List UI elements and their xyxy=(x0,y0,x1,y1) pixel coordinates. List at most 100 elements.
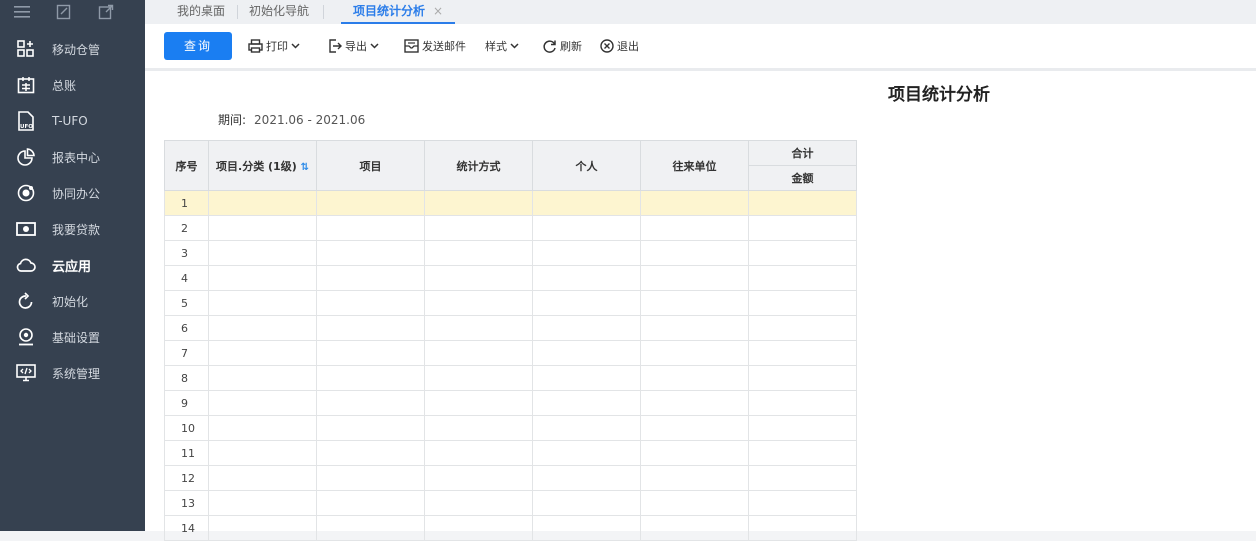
table-cell[interactable] xyxy=(640,515,749,541)
query-button[interactable]: 查询 xyxy=(164,32,232,60)
table-cell[interactable] xyxy=(640,490,749,516)
table-cell[interactable] xyxy=(208,215,317,241)
table-cell[interactable] xyxy=(640,290,749,316)
table-cell[interactable] xyxy=(748,365,857,391)
sidebar-item-basic-settings[interactable]: 基础设置 xyxy=(0,319,145,355)
table-cell[interactable] xyxy=(208,365,317,391)
external-icon[interactable] xyxy=(98,4,114,20)
table-cell[interactable] xyxy=(208,390,317,416)
table-cell[interactable] xyxy=(640,465,749,491)
table-cell[interactable] xyxy=(424,390,533,416)
table-cell[interactable] xyxy=(748,440,857,466)
sidebar-item-ledger[interactable]: 总账 xyxy=(0,67,145,103)
compose-icon[interactable] xyxy=(56,4,72,20)
table-row[interactable]: 3 xyxy=(164,240,857,266)
table-cell[interactable] xyxy=(532,465,641,491)
table-cell[interactable] xyxy=(748,415,857,441)
tab-my-desktop[interactable]: 我的桌面 xyxy=(177,0,225,24)
table-cell[interactable] xyxy=(208,515,317,541)
table-row[interactable]: 1 xyxy=(164,190,857,216)
close-icon[interactable]: × xyxy=(433,4,443,18)
table-cell[interactable] xyxy=(208,315,317,341)
table-cell[interactable] xyxy=(208,415,317,441)
table-cell[interactable] xyxy=(208,190,317,216)
tab-init-navigation[interactable]: 初始化导航 xyxy=(249,0,309,24)
table-row[interactable]: 4 xyxy=(164,265,857,291)
table-cell[interactable] xyxy=(532,340,641,366)
table-cell[interactable] xyxy=(748,290,857,316)
table-cell[interactable] xyxy=(316,415,425,441)
table-row[interactable]: 5 xyxy=(164,290,857,316)
table-cell[interactable] xyxy=(748,490,857,516)
table-cell[interactable] xyxy=(208,290,317,316)
table-cell[interactable] xyxy=(532,190,641,216)
table-cell[interactable] xyxy=(316,515,425,541)
sidebar-item-t-ufo[interactable]: UFO T-UFO xyxy=(0,103,145,139)
table-cell[interactable] xyxy=(748,390,857,416)
table-cell[interactable] xyxy=(748,515,857,541)
table-cell[interactable] xyxy=(532,390,641,416)
table-cell[interactable] xyxy=(208,340,317,366)
table-cell[interactable] xyxy=(748,265,857,291)
table-cell[interactable] xyxy=(640,215,749,241)
table-row[interactable]: 12 xyxy=(164,465,857,491)
table-cell[interactable] xyxy=(316,215,425,241)
table-cell[interactable] xyxy=(532,240,641,266)
table-cell[interactable] xyxy=(316,340,425,366)
table-cell[interactable] xyxy=(424,340,533,366)
column-header-category[interactable]: 项目.分类 (1级) ⇅ xyxy=(208,140,317,191)
sort-icon[interactable]: ⇅ xyxy=(301,162,309,173)
tab-project-statistics[interactable]: 项目统计分析 × xyxy=(341,0,456,24)
table-row[interactable]: 6 xyxy=(164,315,857,341)
table-cell[interactable] xyxy=(316,190,425,216)
table-row[interactable]: 9 xyxy=(164,390,857,416)
table-cell[interactable] xyxy=(424,515,533,541)
table-cell[interactable] xyxy=(748,190,857,216)
sidebar-item-cloud-apps[interactable]: 云应用 xyxy=(0,247,145,283)
sidebar-item-loan[interactable]: 我要贷款 xyxy=(0,211,145,247)
table-cell[interactable] xyxy=(640,240,749,266)
table-row[interactable]: 7 xyxy=(164,340,857,366)
table-cell[interactable] xyxy=(640,265,749,291)
sidebar-item-report-center[interactable]: 报表中心 xyxy=(0,139,145,175)
table-cell[interactable] xyxy=(640,415,749,441)
export-button[interactable]: 导出 xyxy=(328,38,379,54)
table-cell[interactable] xyxy=(640,440,749,466)
table-cell[interactable] xyxy=(316,290,425,316)
table-cell[interactable] xyxy=(424,440,533,466)
print-button[interactable]: 打印 xyxy=(248,38,300,54)
table-cell[interactable] xyxy=(424,265,533,291)
table-cell[interactable] xyxy=(316,390,425,416)
table-row[interactable]: 10 xyxy=(164,415,857,441)
table-cell[interactable] xyxy=(316,265,425,291)
table-row[interactable]: 2 xyxy=(164,215,857,241)
sidebar-item-collaboration[interactable]: 协同办公 xyxy=(0,175,145,211)
table-cell[interactable] xyxy=(640,340,749,366)
table-cell[interactable] xyxy=(532,490,641,516)
send-mail-button[interactable]: 发送邮件 xyxy=(404,38,466,54)
table-cell[interactable] xyxy=(424,290,533,316)
table-cell[interactable] xyxy=(640,315,749,341)
table-cell[interactable] xyxy=(532,415,641,441)
table-cell[interactable] xyxy=(316,365,425,391)
table-cell[interactable] xyxy=(532,215,641,241)
exit-button[interactable]: 退出 xyxy=(600,38,639,54)
sidebar-item-system-management[interactable]: 系统管理 xyxy=(0,355,145,391)
table-cell[interactable] xyxy=(208,240,317,266)
table-cell[interactable] xyxy=(640,390,749,416)
table-cell[interactable] xyxy=(748,340,857,366)
refresh-button[interactable]: 刷新 xyxy=(542,38,582,54)
table-cell[interactable] xyxy=(424,465,533,491)
table-cell[interactable] xyxy=(748,315,857,341)
table-cell[interactable] xyxy=(316,440,425,466)
table-cell[interactable] xyxy=(424,490,533,516)
sidebar-item-mobile-warehouse[interactable]: 移动仓管 xyxy=(0,31,145,67)
table-cell[interactable] xyxy=(316,490,425,516)
menu-icon[interactable] xyxy=(14,5,30,19)
table-cell[interactable] xyxy=(208,490,317,516)
table-cell[interactable] xyxy=(208,440,317,466)
table-cell[interactable] xyxy=(208,265,317,291)
table-cell[interactable] xyxy=(424,240,533,266)
table-cell[interactable] xyxy=(316,315,425,341)
table-cell[interactable] xyxy=(532,290,641,316)
